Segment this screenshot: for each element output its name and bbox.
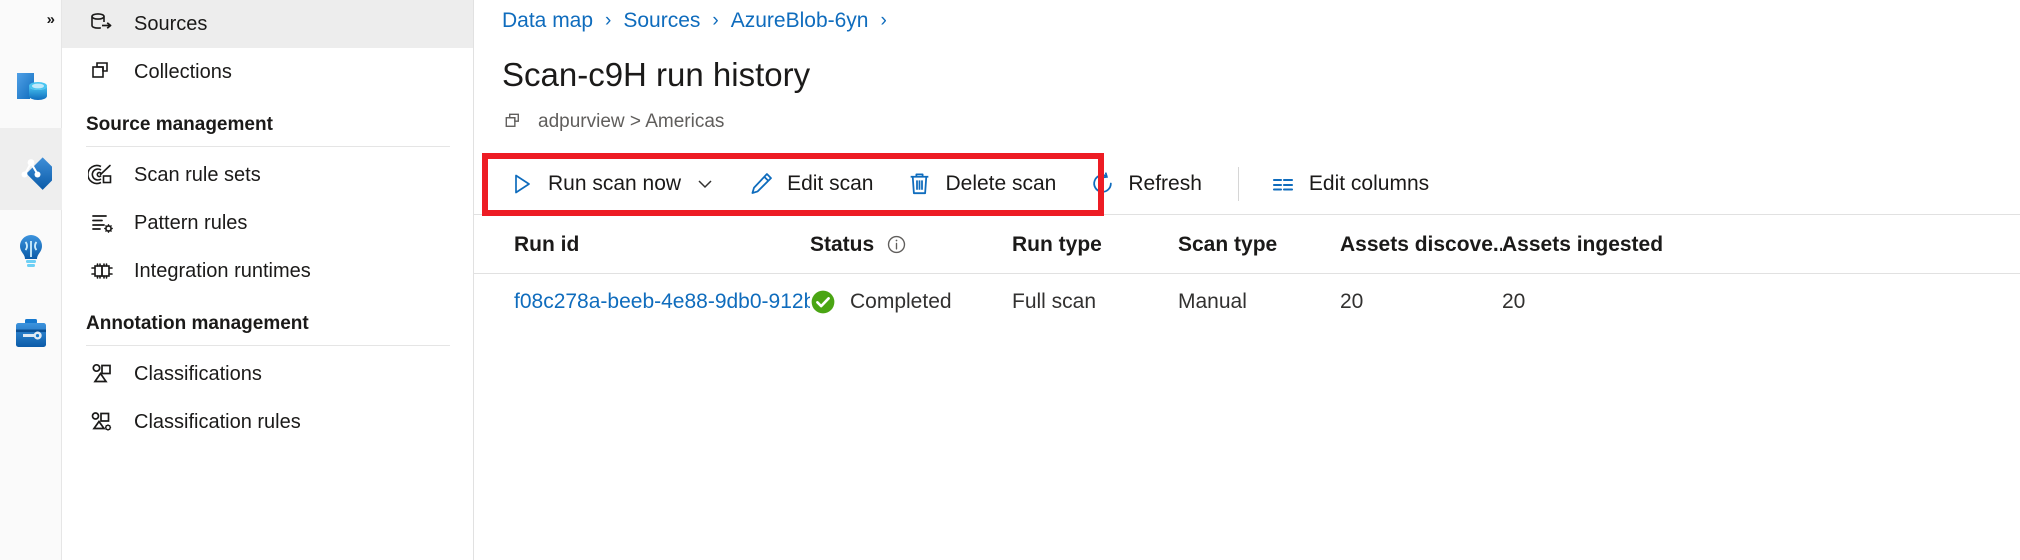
sidebar-item-label: Integration runtimes: [134, 260, 311, 283]
cell-status: Completed: [810, 289, 1012, 315]
collection-icon: [502, 110, 526, 134]
pencil-icon: [747, 170, 775, 198]
rail-item-insights[interactable]: [0, 210, 62, 292]
catalog-icon: [10, 66, 52, 108]
sidebar-item-collections[interactable]: Collections: [62, 48, 474, 96]
integration-runtimes-icon: [86, 255, 118, 287]
sidebar-item-label: Sources: [134, 13, 207, 36]
sidebar-item-classifications[interactable]: Classifications: [62, 350, 474, 398]
scan-rule-sets-icon: [86, 159, 118, 191]
column-header-assets-ingested[interactable]: Assets ingested: [1502, 233, 1762, 257]
breadcrumb-item-sources[interactable]: Sources: [623, 9, 700, 33]
trash-icon: [905, 170, 933, 198]
page-title: Scan-c9H run history: [502, 56, 810, 94]
collections-icon: [86, 56, 118, 88]
classifications-icon: [86, 358, 118, 390]
refresh-button[interactable]: Refresh: [1074, 161, 1216, 207]
breadcrumb: Data map › Sources › AzureBlob-6yn ›: [474, 0, 2020, 42]
edit-columns-icon: [1269, 170, 1297, 198]
cell-assets-ingested: 20: [1502, 290, 1762, 314]
data-map-icon: [10, 148, 52, 190]
play-icon: [508, 170, 536, 198]
expand-rail-button[interactable]: »: [0, 2, 62, 36]
nav-section-source-management: Source management: [62, 96, 474, 140]
delete-scan-label: Delete scan: [945, 172, 1056, 196]
rail-item-management[interactable]: [0, 292, 62, 374]
breadcrumb-item-azureblob[interactable]: AzureBlob-6yn: [731, 9, 869, 33]
toolbox-icon: [10, 312, 52, 354]
sidebar-item-scan-rule-sets[interactable]: Scan rule sets: [62, 151, 474, 199]
cell-run-type: Full scan: [1012, 290, 1178, 314]
chevron-right-icon: ›: [605, 10, 611, 32]
table-row[interactable]: f08c278a-beeb-4e88-9db0-912b3b1 Complete…: [474, 274, 2020, 330]
run-scan-now-button[interactable]: Run scan now: [494, 161, 729, 207]
sidebar-item-label: Classification rules: [134, 411, 301, 434]
chevron-down-icon[interactable]: [695, 174, 715, 194]
sidebar-item-label: Pattern rules: [134, 212, 247, 235]
nav-section-divider: [86, 146, 450, 147]
pattern-rules-icon: [86, 207, 118, 239]
purview-scan-run-history-page: »: [0, 0, 2020, 560]
lightbulb-icon: [10, 230, 52, 272]
sidebar-item-label: Collections: [134, 61, 232, 84]
sidebar-item-sources[interactable]: Sources: [62, 0, 474, 48]
refresh-icon: [1088, 170, 1116, 198]
main-content: Data map › Sources › AzureBlob-6yn › Sca…: [474, 0, 2020, 560]
sidebar-item-label: Scan rule sets: [134, 164, 261, 187]
edit-scan-button[interactable]: Edit scan: [733, 161, 887, 207]
column-header-scan-type[interactable]: Scan type: [1178, 233, 1340, 257]
nav-section-divider: [86, 345, 450, 346]
column-header-status[interactable]: Status: [810, 233, 1012, 257]
edit-columns-button[interactable]: Edit columns: [1255, 161, 1443, 207]
sidebar-item-pattern-rules[interactable]: Pattern rules: [62, 199, 474, 247]
rail-item-data-catalog[interactable]: [0, 46, 62, 128]
info-icon[interactable]: [886, 234, 907, 255]
check-circle-icon: [810, 289, 836, 315]
cell-scan-type: Manual: [1178, 290, 1340, 314]
table-body: f08c278a-beeb-4e88-9db0-912b3b1 Complete…: [474, 274, 2020, 330]
nav-section-annotation-management: Annotation management: [62, 295, 474, 339]
page-subtitle: adpurview > Americas: [502, 110, 724, 134]
run-history-table: Run id Status Run type: [474, 216, 2020, 330]
chevron-right-icon: ›: [712, 10, 718, 32]
edit-scan-label: Edit scan: [787, 172, 873, 196]
cell-run-id[interactable]: f08c278a-beeb-4e88-9db0-912b3b1: [514, 290, 810, 314]
command-bar: Run scan now Edit scan: [474, 153, 2020, 215]
delete-scan-button[interactable]: Delete scan: [891, 161, 1070, 207]
column-header-run-id[interactable]: Run id: [514, 233, 810, 257]
classification-rules-icon: [86, 406, 118, 438]
left-icon-rail: »: [0, 0, 62, 560]
breadcrumb-item-data-map[interactable]: Data map: [502, 9, 593, 33]
sidebar-item-integration-runtimes[interactable]: Integration runtimes: [62, 247, 474, 295]
page-subtitle-text: adpurview > Americas: [538, 111, 724, 133]
refresh-label: Refresh: [1128, 172, 1202, 196]
sidebar-item-label: Classifications: [134, 363, 262, 386]
rail-item-data-map[interactable]: [0, 128, 62, 210]
column-header-run-type[interactable]: Run type: [1012, 233, 1178, 257]
chevron-right-icon: ›: [881, 10, 887, 32]
status-label: Completed: [850, 290, 952, 314]
sources-icon: [86, 8, 118, 40]
table-header-row: Run id Status Run type: [474, 216, 2020, 274]
left-nav-panel: Sources Collections Source management: [62, 0, 474, 560]
sidebar-item-classification-rules[interactable]: Classification rules: [62, 398, 474, 446]
run-scan-now-label: Run scan now: [548, 172, 681, 196]
command-bar-divider: [1238, 167, 1239, 201]
column-header-assets-discovered[interactable]: Assets discove...: [1340, 233, 1502, 257]
edit-columns-label: Edit columns: [1309, 172, 1429, 196]
cell-assets-discovered: 20: [1340, 290, 1502, 314]
